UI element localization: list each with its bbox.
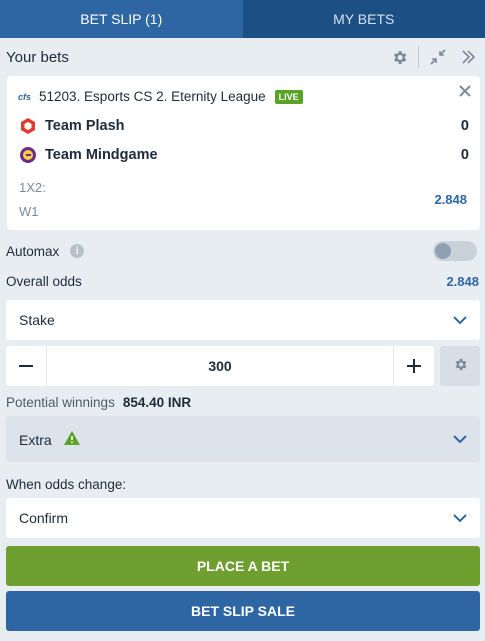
team-mindgame-logo-icon	[19, 146, 37, 164]
decrease-stake-button[interactable]	[6, 346, 46, 386]
stake-stepper: 300	[6, 346, 434, 386]
remove-bet-close-icon[interactable]	[458, 84, 472, 101]
league-line: cfs 51203. Esports CS 2. Eternity League…	[18, 89, 303, 104]
odds-change-dropdown[interactable]: Confirm	[6, 498, 480, 538]
team-plash-logo-icon	[19, 117, 37, 135]
team-name: Team Plash	[45, 118, 125, 134]
live-badge: LIVE	[274, 89, 303, 104]
odds-change-label: When odds change:	[6, 476, 127, 492]
stake-label: Stake	[19, 312, 55, 328]
market-label: 1X2:	[19, 180, 46, 195]
extra-label-wrap: Extra	[19, 430, 453, 448]
bet-slip-sale-button[interactable]: BET SLIP SALE	[6, 591, 480, 631]
odds-change-selected: Confirm	[19, 510, 69, 526]
double-chevron-right-icon[interactable]	[457, 46, 479, 68]
gear-icon	[453, 357, 468, 375]
league-name: 51203. Esports CS 2. Eternity League	[39, 89, 266, 104]
team-row-2: Team Mindgame 0	[19, 146, 469, 164]
tab-bet-slip[interactable]: BET SLIP (1)	[0, 0, 243, 38]
overall-odds-value: 2.848	[446, 273, 479, 289]
potential-winnings: Potential winnings 854.40 INR	[6, 395, 191, 410]
toggle-knob	[435, 243, 451, 259]
bet-card: cfs 51203. Esports CS 2. Eternity League…	[7, 76, 480, 230]
team-name: Team Mindgame	[45, 147, 158, 163]
collapse-icon[interactable]	[427, 46, 449, 68]
odds-change-label-row: When odds change:	[6, 475, 479, 493]
automax-row: Automax i	[6, 241, 479, 261]
bet-odds: 2.848	[434, 192, 467, 207]
stake-settings-button[interactable]	[440, 346, 480, 386]
your-bets-title: Your bets	[6, 48, 69, 66]
automax-toggle[interactable]	[433, 241, 477, 261]
automax-label: Automax	[6, 243, 60, 259]
extra-dropdown[interactable]: Extra	[6, 416, 480, 462]
chevron-down-icon	[453, 312, 467, 328]
team-score: 0	[460, 147, 469, 163]
stake-dropdown[interactable]: Stake	[6, 300, 480, 340]
your-bets-header: Your bets	[0, 38, 485, 76]
selection-label: W1	[19, 204, 39, 219]
potential-winnings-value: 854.40 INR	[122, 395, 192, 410]
header-divider	[418, 46, 419, 68]
info-icon[interactable]: i	[70, 244, 85, 258]
warning-icon	[63, 430, 80, 445]
extra-label: Extra	[19, 431, 52, 448]
overall-odds-label: Overall odds	[6, 273, 82, 289]
tab-my-bets[interactable]: MY BETS	[242, 0, 485, 38]
increase-stake-button[interactable]	[394, 346, 434, 386]
place-bet-button[interactable]: PLACE A BET	[6, 546, 480, 586]
chevron-down-icon	[453, 510, 467, 526]
team-score: 0	[460, 118, 469, 134]
cs-league-logo: cfs	[18, 91, 32, 102]
bet-slip-tabs: BET SLIP (1) MY BETS	[0, 0, 485, 38]
potential-winnings-label: Potential winnings	[6, 395, 115, 410]
team-row-1: Team Plash 0	[19, 117, 469, 135]
settings-gear-icon[interactable]	[388, 46, 410, 68]
stake-amount-input[interactable]: 300	[46, 346, 394, 386]
overall-odds-row: Overall odds 2.848	[6, 272, 479, 290]
chevron-down-icon	[453, 431, 467, 447]
